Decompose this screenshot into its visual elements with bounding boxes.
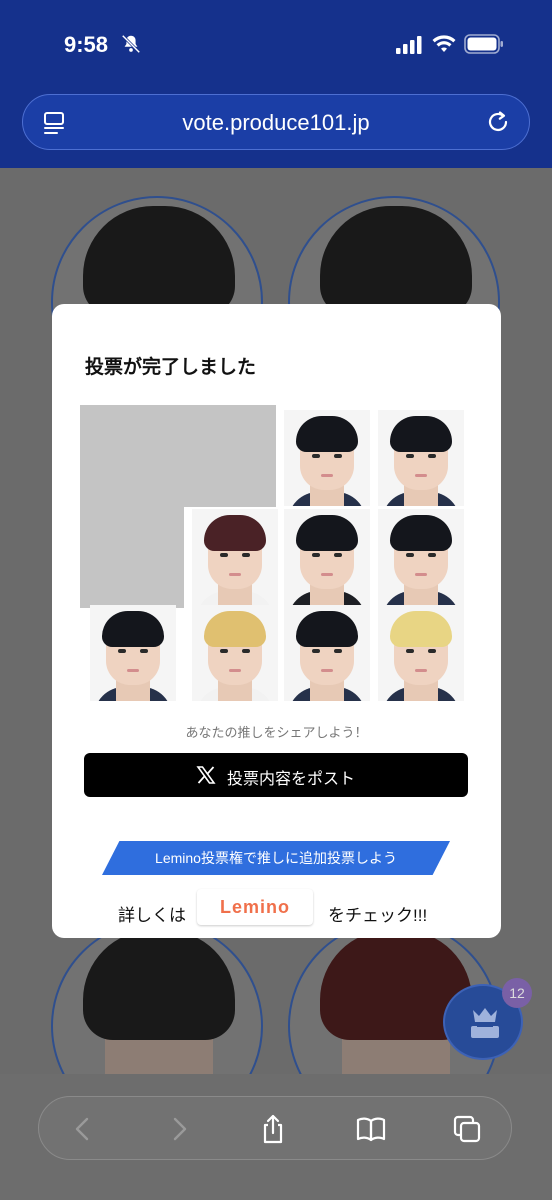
back-icon[interactable] bbox=[67, 1113, 99, 1145]
lemino-suffix: をチェック!!! bbox=[328, 906, 428, 925]
vote-complete-modal: 投票が完了しました あなたの推しをシェアしよう！ 投票内容をポスト Lemino… bbox=[52, 304, 501, 938]
address-bar-area: vote.produce101.jp bbox=[0, 90, 552, 168]
trainee-photo bbox=[51, 920, 263, 1074]
status-bar: 9:58 bbox=[0, 0, 552, 90]
clock: 9:58 bbox=[64, 32, 109, 57]
trainee-thumbnail bbox=[284, 410, 370, 506]
trainee-thumbnail bbox=[378, 410, 464, 506]
trainee-thumbnail bbox=[284, 605, 370, 701]
vote-count-badge: 12 bbox=[502, 978, 532, 1008]
browser-toolbar bbox=[0, 1074, 552, 1200]
forward-icon[interactable] bbox=[163, 1113, 195, 1145]
trainee-thumbnail bbox=[90, 605, 176, 701]
reload-icon[interactable] bbox=[485, 109, 511, 135]
lemino-prefix: 詳しくは bbox=[118, 906, 186, 925]
address-bar[interactable]: vote.produce101.jp bbox=[22, 94, 530, 150]
modal-title: 投票が完了しました bbox=[85, 357, 257, 378]
trainee-thumbnail bbox=[378, 605, 464, 701]
lemino-banner: Lemino投票権で推しに追加投票しよう bbox=[102, 841, 450, 875]
lemino-promo[interactable]: Lemino投票権で推しに追加投票しよう 詳しくは Lemino をチェック!!… bbox=[84, 841, 468, 938]
trainee-thumbnail bbox=[192, 509, 278, 605]
post-button-label: 投票内容をポスト bbox=[227, 771, 356, 788]
share-icon[interactable] bbox=[257, 1113, 289, 1145]
trainee-thumbnail bbox=[378, 509, 464, 605]
url-text[interactable]: vote.produce101.jp bbox=[23, 110, 529, 136]
bookmarks-icon[interactable] bbox=[355, 1113, 387, 1145]
trainee-thumbnail bbox=[192, 605, 278, 701]
silent-bell-icon bbox=[121, 34, 141, 54]
empty-slot bbox=[80, 507, 184, 608]
share-caption: あなたの推しをシェアしよう！ bbox=[185, 725, 368, 740]
voted-trainees-grid bbox=[80, 405, 472, 701]
empty-slot bbox=[80, 405, 276, 507]
wifi-icon bbox=[432, 35, 456, 52]
tabs-icon[interactable] bbox=[451, 1113, 483, 1145]
trainee-thumbnail bbox=[284, 509, 370, 605]
lemino-logo[interactable]: Lemino bbox=[197, 889, 313, 925]
cellular-signal-icon bbox=[396, 36, 422, 54]
toolbar-pill bbox=[38, 1096, 512, 1160]
crown-ballot-icon bbox=[471, 1008, 499, 1038]
battery-icon bbox=[464, 34, 503, 54]
x-logo-icon bbox=[196, 766, 216, 784]
post-to-x-button[interactable]: 投票内容をポスト bbox=[84, 753, 468, 797]
